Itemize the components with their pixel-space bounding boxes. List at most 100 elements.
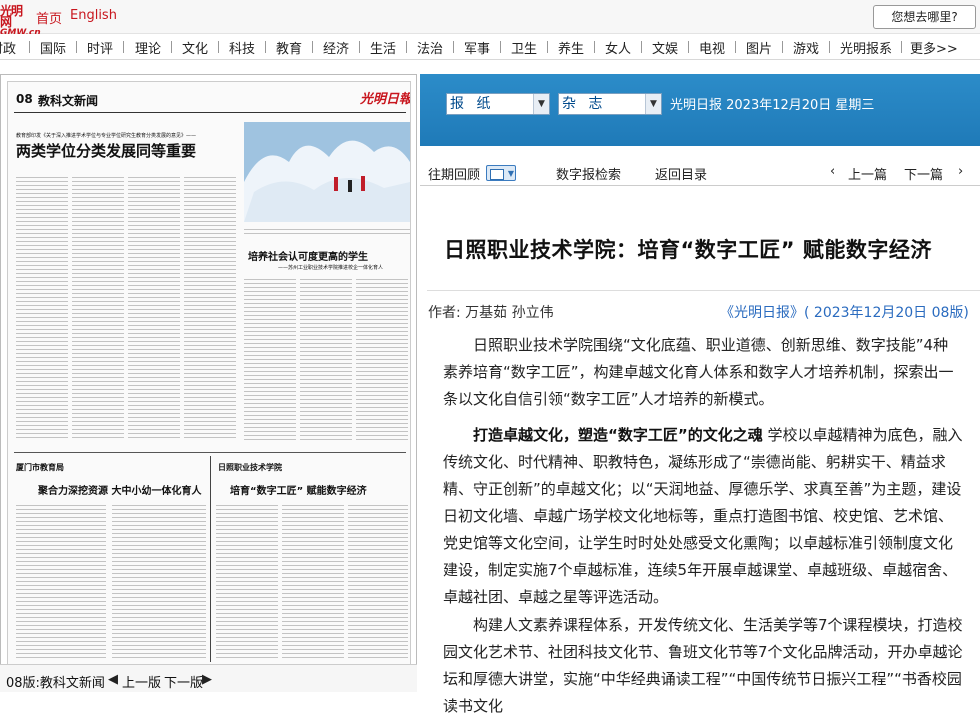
nav-tv[interactable]: 电视 bbox=[699, 38, 725, 57]
prev-article-link[interactable]: 上一篇 bbox=[848, 164, 887, 183]
nav-divider bbox=[29, 41, 30, 53]
newspaper-select[interactable]: 报 纸 ▼ bbox=[446, 93, 550, 115]
article-subheading: 打造卓越文化，塑造“数字工匠”的文化之魂 bbox=[473, 426, 763, 444]
paper-subhead-2: ——苏州工业职业技术学院推进校企一体化育人 bbox=[278, 265, 384, 271]
nav-law[interactable]: 法治 bbox=[417, 38, 443, 57]
nav-world[interactable]: 国际 bbox=[40, 38, 66, 57]
next-article-link[interactable]: 下一篇 bbox=[904, 164, 943, 183]
nav-divider bbox=[547, 41, 548, 53]
nav-divider bbox=[76, 41, 77, 53]
paper-page-number: 08 bbox=[16, 92, 33, 106]
calendar-icon[interactable] bbox=[486, 165, 516, 181]
nav-divider bbox=[218, 41, 219, 53]
nav-military[interactable]: 军事 bbox=[464, 38, 490, 57]
paper-rule bbox=[14, 112, 406, 113]
nav-opinion[interactable]: 时评 bbox=[87, 38, 113, 57]
paper-rule bbox=[14, 452, 406, 453]
nav-photos[interactable]: 图片 bbox=[746, 38, 772, 57]
prev-page-arrow-icon[interactable]: ◀ bbox=[108, 672, 118, 687]
nav-games[interactable]: 游戏 bbox=[793, 38, 819, 57]
logo-text: 光明网 bbox=[0, 4, 23, 29]
issue-date: 光明日报 2023年12月20日 星期三 bbox=[670, 98, 875, 113]
nav-theory[interactable]: 理论 bbox=[135, 38, 161, 57]
nav-divider bbox=[735, 41, 736, 53]
paper-column bbox=[300, 276, 352, 440]
chevron-down-icon: ▼ bbox=[533, 94, 549, 114]
article-paragraph-1: 日照职业技术学院围绕“文化底蕴、职业道德、创新思维、数字技能”4种素养培育“数字… bbox=[443, 336, 954, 408]
paper-column bbox=[216, 502, 278, 658]
title-divider bbox=[427, 290, 980, 291]
nav-divider bbox=[782, 41, 783, 53]
article-title: 日照职业技术学院：培育“数字工匠” 赋能数字经济 bbox=[444, 238, 932, 262]
nav-education[interactable]: 教育 bbox=[276, 38, 302, 57]
magazine-select-value: 杂 志 bbox=[562, 96, 607, 112]
nav-divider bbox=[312, 41, 313, 53]
paper-column bbox=[282, 502, 344, 658]
paper-column bbox=[112, 502, 206, 658]
newspaper-page-image[interactable]: 08 教科文新闻 光明日報 教育部印发《关于深入推进学术学位与专业学位研究生教育… bbox=[7, 81, 411, 665]
next-page-link[interactable]: 下一版 bbox=[164, 672, 203, 691]
paper-column bbox=[244, 276, 296, 440]
paper-column bbox=[348, 502, 408, 658]
page-navigation-bar: 08版:教科文新闻 ◀ 上一版 下一版 ▶ bbox=[0, 664, 417, 692]
nav-divider bbox=[594, 41, 595, 53]
nav-culture[interactable]: 文化 bbox=[182, 38, 208, 57]
prev-page-link[interactable]: 上一版 bbox=[122, 672, 161, 691]
article-byline: 作者: 万基茹 孙立伟 bbox=[428, 305, 554, 321]
digital-search-link[interactable]: 数字报检索 bbox=[556, 164, 621, 183]
paper-column bbox=[356, 276, 408, 440]
paper-column bbox=[16, 174, 68, 440]
nav-health[interactable]: 卫生 bbox=[511, 38, 537, 57]
paper-section-4: 日照职业技术学院 bbox=[218, 463, 282, 472]
article-source: 《光明日报》( 2023年12月20日 08版) bbox=[720, 305, 969, 321]
paper-date-bar: 报 纸 ▼ 杂 志 ▼ 光明日报 2023年12月20日 星期三 bbox=[420, 74, 980, 146]
paper-caption bbox=[244, 226, 410, 236]
nav-wellness[interactable]: 养生 bbox=[558, 38, 584, 57]
nav-divider bbox=[406, 41, 407, 53]
nav-divider bbox=[265, 41, 266, 53]
paper-divider bbox=[210, 456, 211, 662]
paper-headline-1: 两类学位分类发展同等重要 bbox=[16, 142, 197, 160]
nav-women[interactable]: 女人 bbox=[605, 38, 631, 57]
prev-article-arrow-icon[interactable]: ‹ bbox=[830, 164, 835, 179]
next-page-arrow-icon[interactable]: ▶ bbox=[202, 672, 212, 687]
nav-more[interactable]: 更多>> bbox=[910, 38, 958, 57]
home-link[interactable]: 首页 bbox=[36, 8, 62, 27]
nav-politics[interactable]: 时政 bbox=[0, 38, 16, 57]
article-toolbar: 往期回顾 数字报检索 返回目录 ‹ 上一篇 下一篇 › bbox=[420, 160, 980, 186]
nav-life[interactable]: 生活 bbox=[370, 38, 396, 57]
site-logo[interactable]: 光明网 GMW.cn bbox=[0, 4, 41, 38]
top-bar: 光明网 GMW.cn 首页 English 您想去哪里? bbox=[0, 0, 980, 38]
magazine-select[interactable]: 杂 志 ▼ bbox=[558, 93, 662, 115]
chevron-down-icon: ▼ bbox=[645, 94, 661, 114]
nav-divider bbox=[688, 41, 689, 53]
paper-headline-3: 聚合力深挖资源 大中小幼一体化育人 bbox=[38, 486, 202, 497]
back-to-toc-link[interactable]: 返回目录 bbox=[655, 164, 707, 183]
channel-nav: 时政 国际 时评 理论 文化 科技 教育 经济 生活 法治 军事 卫生 养生 女… bbox=[0, 34, 980, 60]
nav-newspapers[interactable]: 光明报系 bbox=[840, 38, 892, 57]
nav-divider bbox=[829, 41, 830, 53]
current-page-label: 08版:教科文新闻 bbox=[6, 676, 105, 691]
paper-column bbox=[72, 174, 124, 440]
nav-economy[interactable]: 经济 bbox=[323, 38, 349, 57]
article-paragraph-3: 构建人文素养课程体系，开发传统文化、生活美学等7个课程模块，打造校园文化艺术节、… bbox=[443, 616, 963, 715]
past-issues-link[interactable]: 往期回顾 bbox=[428, 164, 480, 183]
nav-entertainment[interactable]: 文娱 bbox=[652, 38, 678, 57]
paper-column bbox=[16, 502, 106, 658]
nav-divider bbox=[901, 41, 902, 53]
article-paragraph-2: 打造卓越文化，塑造“数字工匠”的文化之魂 学校以卓越精神为底色，融入传统文化、时… bbox=[443, 422, 963, 611]
paper-column bbox=[184, 174, 236, 440]
english-link[interactable]: English bbox=[70, 8, 117, 23]
next-article-arrow-icon[interactable]: › bbox=[958, 164, 963, 179]
nav-divider bbox=[123, 41, 124, 53]
where-to-go-button[interactable]: 您想去哪里? bbox=[873, 5, 976, 29]
page-preview-panel: 08 教科文新闻 光明日報 教育部印发《关于深入推进学术学位与专业学位研究生教育… bbox=[0, 74, 417, 692]
article-paragraph-2-text: 学校以卓越精神为底色，融入传统文化、时代精神、职教特色，凝练形成了“崇德尚能、躬… bbox=[443, 426, 963, 606]
paper-photo-snow-sculpture bbox=[244, 122, 410, 222]
nav-divider bbox=[641, 41, 642, 53]
nav-divider bbox=[500, 41, 501, 53]
paper-headline-4: 培育“数字工匠” 赋能数字经济 bbox=[230, 486, 367, 497]
paper-intro: 教育部印发《关于深入推进学术学位与专业学位研究生教育分类发展的意见》—— bbox=[16, 133, 197, 139]
nav-tech[interactable]: 科技 bbox=[229, 38, 255, 57]
nav-divider bbox=[171, 41, 172, 53]
